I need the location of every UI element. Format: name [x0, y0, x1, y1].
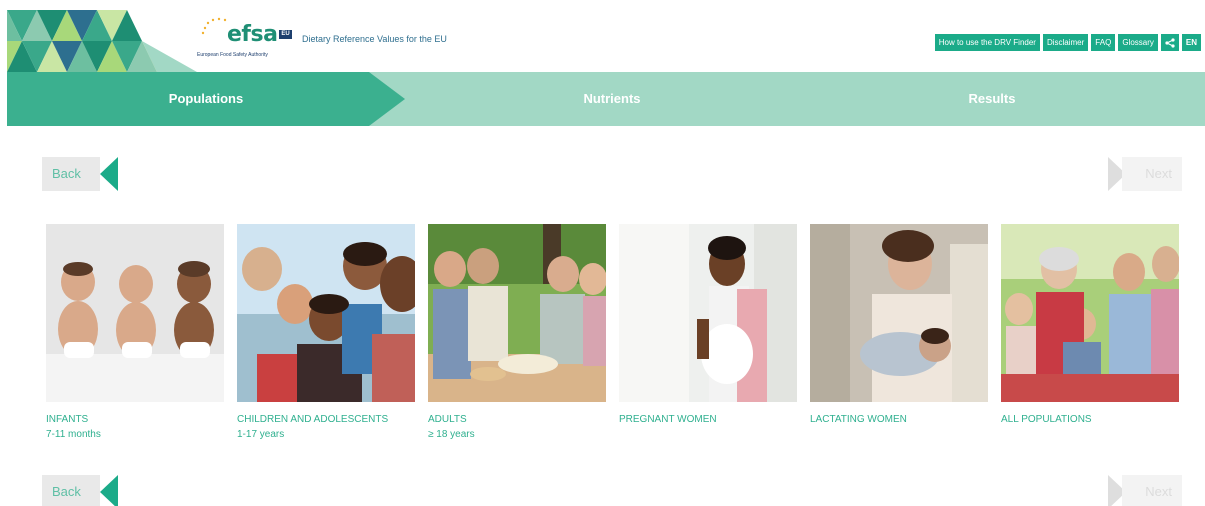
step-progress-bar: Populations Nutrients Results	[7, 72, 1205, 126]
population-card-all[interactable]: ALL POPULATIONS	[1001, 224, 1179, 429]
back-button-label: Back	[42, 475, 100, 506]
population-title: INFANTS	[46, 414, 89, 425]
population-age-range: 7-11 months	[46, 429, 101, 440]
adults-photo	[428, 224, 606, 402]
population-title: CHILDREN AND ADOLESCENTS	[237, 414, 389, 425]
share-icon	[1165, 37, 1175, 48]
population-title: ALL POPULATIONS	[1001, 414, 1092, 425]
population-age-range: 1-17 years	[237, 429, 285, 440]
disclaimer-link[interactable]: Disclaimer	[1042, 34, 1089, 51]
all-populations-photo	[1001, 224, 1179, 402]
population-age-range: ≥ 18 years	[428, 429, 475, 440]
population-card-lactating[interactable]: LACTATING WOMEN	[810, 224, 988, 429]
efsa-wordmark: efsa	[227, 22, 278, 47]
efsa-subtitle: European Food Safety Authority	[197, 52, 268, 58]
eu-badge: EU	[279, 30, 292, 39]
site-header: efsa EU European Food Safety Authority D…	[0, 0, 1205, 72]
infants-photo	[46, 224, 224, 402]
efsa-logo[interactable]: efsa EU European Food Safety Authority	[197, 16, 292, 64]
back-button-bottom[interactable]: Back	[42, 475, 120, 506]
faq-link[interactable]: FAQ	[1091, 34, 1116, 51]
children-photo	[237, 224, 415, 402]
next-button-bottom[interactable]: Next	[1106, 475, 1182, 506]
step-populations[interactable]: Populations	[7, 72, 405, 126]
triangle-mosaic-logo	[7, 10, 197, 72]
step-nutrients[interactable]: Nutrients	[437, 72, 787, 126]
population-card-infants[interactable]: INFANTS 7-11 months	[46, 224, 224, 440]
population-title: ADULTS	[428, 414, 467, 425]
top-links: How to use the DRV Finder Disclaimer FAQ…	[934, 34, 1201, 51]
how-to-use-link[interactable]: How to use the DRV Finder	[934, 34, 1040, 51]
next-button-label: Next	[1122, 157, 1182, 191]
next-button[interactable]: Next	[1106, 157, 1182, 191]
glossary-link[interactable]: Glossary	[1118, 34, 1158, 51]
population-card-pregnant[interactable]: PREGNANT WOMEN	[619, 224, 797, 429]
population-title: LACTATING WOMEN	[810, 414, 907, 425]
back-button[interactable]: Back	[42, 157, 120, 191]
next-button-label: Next	[1122, 475, 1182, 506]
lactating-photo	[810, 224, 988, 402]
back-arrow-icon	[100, 157, 118, 191]
language-button[interactable]: EN	[1181, 34, 1201, 51]
pregnant-photo	[619, 224, 797, 402]
step-results[interactable]: Results	[797, 72, 1187, 126]
population-title: PREGNANT WOMEN	[619, 414, 717, 425]
share-button[interactable]	[1160, 34, 1179, 51]
population-card-adults[interactable]: ADULTS ≥ 18 years	[428, 224, 606, 440]
population-card-children[interactable]: CHILDREN AND ADOLESCENTS 1-17 years	[237, 224, 415, 440]
back-arrow-icon	[100, 475, 118, 506]
site-title: Dietary Reference Values for the EU	[302, 34, 447, 44]
back-button-label: Back	[42, 157, 100, 191]
